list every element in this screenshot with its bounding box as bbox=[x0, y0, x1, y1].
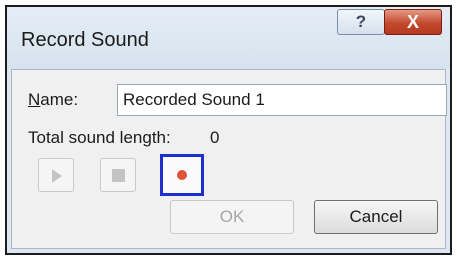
record-button[interactable] bbox=[160, 154, 204, 196]
dialog-body: Name: Total sound length: 0 OK Cancel bbox=[11, 69, 447, 249]
ok-button[interactable]: OK bbox=[170, 200, 294, 234]
close-icon: X bbox=[406, 11, 419, 32]
help-icon: ? bbox=[355, 12, 367, 31]
name-label: Name: bbox=[28, 90, 78, 110]
total-length-value: 0 bbox=[210, 128, 220, 147]
name-input[interactable] bbox=[117, 84, 447, 116]
play-icon bbox=[52, 169, 62, 183]
close-button[interactable]: X bbox=[384, 9, 442, 35]
title-bar: Record Sound ? X bbox=[7, 7, 450, 69]
stop-button[interactable] bbox=[100, 158, 136, 192]
cancel-button[interactable]: Cancel bbox=[314, 200, 438, 234]
record-sound-dialog: Record Sound ? X Name: Total sound lengt… bbox=[5, 5, 452, 255]
name-label-text: ame: bbox=[40, 90, 79, 109]
name-label-accelerator: N bbox=[28, 90, 41, 109]
total-length-label: Total sound length: bbox=[28, 128, 171, 147]
help-button[interactable]: ? bbox=[337, 9, 385, 35]
dialog-title: Record Sound bbox=[21, 29, 149, 51]
play-button[interactable] bbox=[38, 158, 74, 192]
record-icon bbox=[177, 170, 187, 180]
stop-icon bbox=[112, 169, 125, 182]
